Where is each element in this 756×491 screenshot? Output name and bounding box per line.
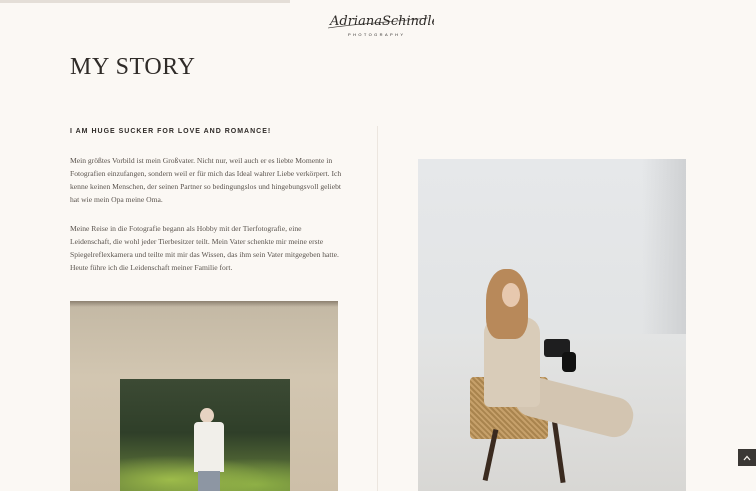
grandfather-shirt	[194, 422, 224, 472]
grandfather-trousers	[198, 471, 220, 491]
top-edge-strip	[0, 0, 290, 3]
chevron-up-icon	[743, 455, 751, 460]
column-divider	[377, 126, 378, 491]
wall-shadow	[642, 159, 686, 339]
scroll-to-top-button[interactable]	[738, 449, 756, 466]
person-face	[502, 283, 520, 307]
grandfather-photo	[70, 301, 338, 491]
story-paragraph-1: Mein größtes Vorbild ist mein Großvater.…	[70, 156, 342, 205]
camera-lens	[562, 352, 576, 372]
photo-print-edge	[70, 301, 338, 307]
photographer-portrait	[418, 159, 686, 491]
logo-signature: AdrianaSchindler	[327, 14, 434, 29]
logo-subtitle: PHOTOGRAPHY	[348, 32, 406, 37]
grandfather-head	[200, 408, 214, 423]
svg-text:AdrianaSchindler: AdrianaSchindler	[329, 14, 434, 29]
site-logo[interactable]: AdrianaSchindler PHOTOGRAPHY	[322, 8, 434, 40]
story-paragraph-2: Meine Reise in die Fotografie begann als…	[70, 224, 339, 273]
page-title: MY STORY	[70, 54, 196, 80]
story-subheading: I AM HUGE SUCKER FOR LOVE AND ROMANCE!	[70, 128, 272, 135]
